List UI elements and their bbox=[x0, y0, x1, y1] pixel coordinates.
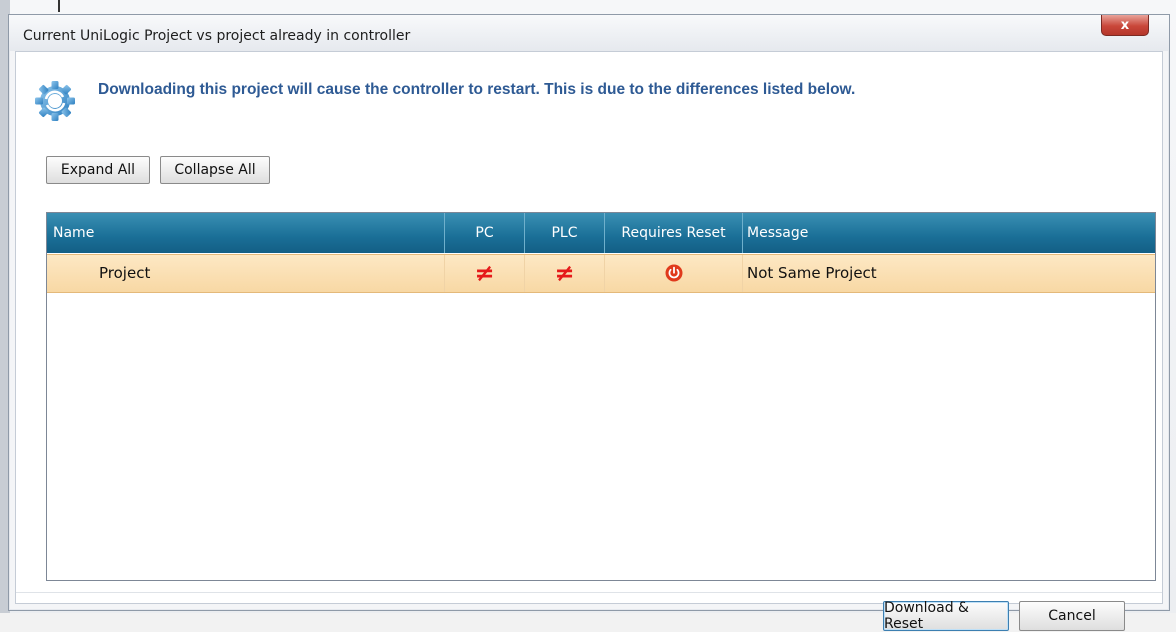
expand-all-button[interactable]: Expand All bbox=[46, 156, 150, 184]
grid-header: Name PC PLC Requires Reset Message bbox=[47, 213, 1155, 253]
column-header-plc[interactable]: PLC bbox=[525, 213, 605, 253]
power-icon bbox=[665, 264, 683, 282]
title-bar[interactable]: Current UniLogic Project vs project alre… bbox=[9, 15, 1169, 51]
window-title: Current UniLogic Project vs project alre… bbox=[23, 28, 411, 44]
row-message: Not Same Project bbox=[747, 264, 877, 282]
column-header-name[interactable]: Name bbox=[47, 213, 445, 253]
close-button[interactable]: x bbox=[1101, 15, 1149, 36]
pc-not-equal-icon: ≠ bbox=[445, 255, 525, 292]
cancel-button[interactable]: Cancel bbox=[1019, 601, 1125, 631]
restart-warning-message: Downloading this project will cause the … bbox=[98, 81, 856, 98]
column-header-message[interactable]: Message bbox=[743, 213, 1155, 253]
row-name: Project bbox=[47, 255, 445, 292]
column-header-requires-reset[interactable]: Requires Reset bbox=[605, 213, 743, 253]
footer-divider bbox=[16, 592, 1162, 593]
gear-sync-icon bbox=[35, 81, 75, 121]
table-row[interactable]: Project ≠ ≠ Not Same Project bbox=[47, 254, 1155, 293]
requires-reset-cell bbox=[605, 255, 743, 292]
differences-grid: Name PC PLC Requires Reset Message Proje… bbox=[46, 212, 1156, 581]
column-header-pc[interactable]: PC bbox=[445, 213, 525, 253]
screen-background: Current UniLogic Project vs project alre… bbox=[0, 0, 1176, 632]
dialog-content: Downloading this project will cause the … bbox=[15, 51, 1163, 632]
plc-not-equal-icon: ≠ bbox=[525, 255, 605, 292]
download-reset-button[interactable]: Download & Reset bbox=[883, 600, 1009, 632]
collapse-all-button[interactable]: Collapse All bbox=[160, 156, 270, 184]
close-icon: x bbox=[1120, 17, 1130, 33]
compare-dialog: Current UniLogic Project vs project alre… bbox=[8, 14, 1170, 632]
